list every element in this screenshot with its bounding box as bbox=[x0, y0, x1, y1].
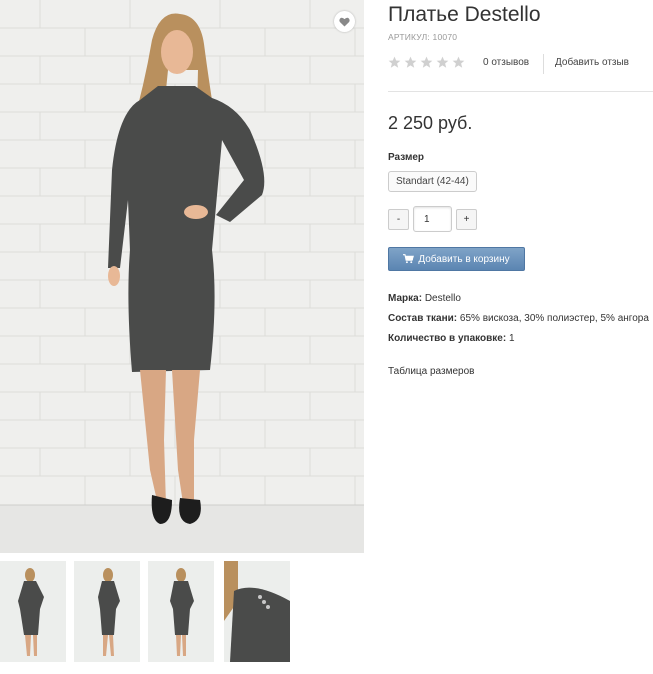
spec-label: Марка: bbox=[388, 293, 423, 304]
size-option-label: Размер bbox=[388, 152, 425, 163]
thumbnail-4[interactable] bbox=[224, 561, 290, 662]
main-product-image[interactable] bbox=[0, 0, 364, 553]
cart-icon bbox=[403, 254, 415, 264]
spec-brand: Марка: Destello bbox=[388, 293, 461, 304]
rating-row: 0 отзывов Добавить отзыв bbox=[388, 52, 653, 76]
rating-divider bbox=[543, 54, 544, 74]
product-price: 2 250 руб. bbox=[388, 113, 473, 133]
thumbnail-2[interactable] bbox=[74, 561, 140, 662]
thumbnail-1[interactable] bbox=[0, 561, 66, 662]
star-icon[interactable] bbox=[436, 56, 449, 69]
thumbnail-3[interactable] bbox=[148, 561, 214, 662]
add-review-link[interactable]: Добавить отзыв bbox=[555, 57, 629, 68]
spec-label: Состав ткани: bbox=[388, 313, 458, 324]
wishlist-button[interactable] bbox=[334, 11, 355, 32]
sku-value: 10070 bbox=[432, 32, 458, 42]
reviews-count-link[interactable]: 0 отзывов bbox=[483, 57, 529, 68]
heart-icon bbox=[339, 17, 350, 27]
star-icon[interactable] bbox=[420, 56, 433, 69]
quantity-increment-button[interactable]: + bbox=[456, 209, 477, 230]
quantity-decrement-button[interactable]: - bbox=[388, 209, 409, 230]
spec-value: 1 bbox=[508, 333, 515, 344]
spec-pack-quantity: Количество в упаковке: 1 bbox=[388, 333, 515, 344]
spec-value: 65% вискоза, 30% полиэстер, 5% ангора bbox=[459, 313, 649, 324]
add-to-cart-button[interactable]: Добавить в корзину bbox=[388, 247, 525, 271]
model-photo bbox=[0, 0, 364, 553]
star-icon[interactable] bbox=[404, 56, 417, 69]
thumbnail-strip bbox=[0, 561, 300, 662]
spec-fabric: Состав ткани: 65% вискоза, 30% полиэстер… bbox=[388, 313, 649, 324]
spec-value: Destello bbox=[424, 293, 461, 304]
spec-label: Количество в упаковке: bbox=[388, 333, 507, 344]
star-icon[interactable] bbox=[388, 56, 401, 69]
quantity-input[interactable] bbox=[413, 206, 452, 232]
star-icon[interactable] bbox=[452, 56, 465, 69]
add-to-cart-label: Добавить в корзину bbox=[418, 253, 510, 265]
sku-label: Артикул: bbox=[388, 32, 430, 42]
size-option-button[interactable]: Standart (42-44) bbox=[388, 171, 477, 192]
rating-stars bbox=[388, 56, 465, 69]
size-table-link[interactable]: Таблица размеров bbox=[388, 366, 474, 377]
product-sku: Артикул: 10070 bbox=[388, 32, 457, 42]
product-title: Платье Destello bbox=[388, 3, 541, 26]
divider bbox=[388, 91, 653, 92]
